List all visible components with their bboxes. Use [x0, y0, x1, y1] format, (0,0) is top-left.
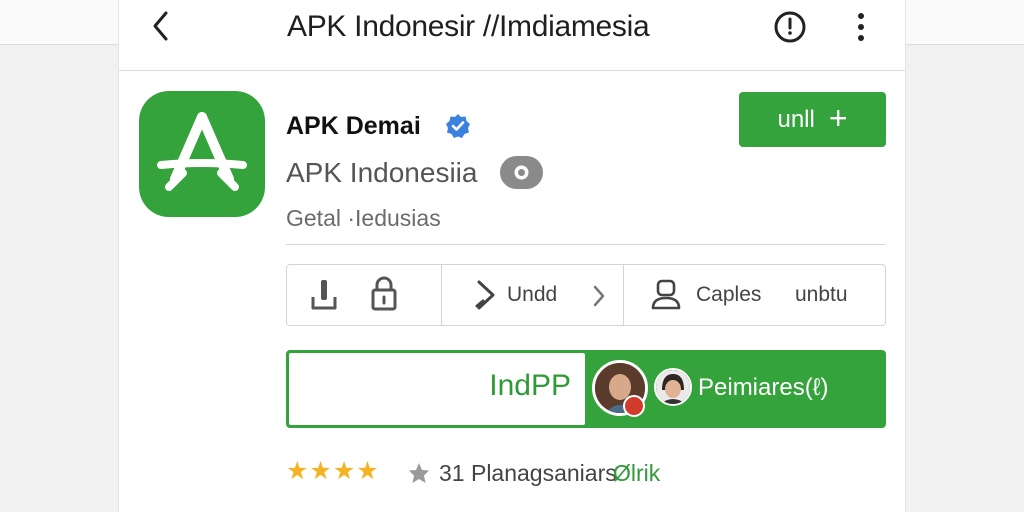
lock-icon — [371, 276, 397, 311]
background-divider-left — [0, 44, 118, 45]
action-row: Undd Caples unbtu — [286, 264, 886, 326]
rating-count: 31 Planagsaniars — [439, 460, 617, 486]
more-options-button[interactable] — [849, 10, 873, 44]
back-button[interactable] — [143, 8, 179, 44]
avatar — [654, 368, 692, 406]
person-icon — [651, 279, 681, 310]
page-title: APK Indonesir //Imdiamesia — [287, 10, 650, 43]
app-logo — [139, 91, 265, 217]
developer-name[interactable]: APK Indonesiia — [286, 157, 477, 189]
chevron-right-icon — [593, 285, 605, 307]
profile-button[interactable] — [650, 279, 682, 316]
star-icons: ★★★★ — [286, 457, 380, 485]
star-rating: ★★★★ — [286, 456, 380, 486]
expand-button[interactable] — [591, 284, 607, 313]
background-right-strip — [906, 0, 1024, 44]
action-separator — [623, 265, 624, 325]
promo-white-panel: IndPP — [289, 353, 585, 425]
share-label[interactable]: Undd — [507, 283, 557, 307]
section-divider — [286, 244, 886, 245]
badge-star-icon — [409, 463, 429, 483]
app-detail-panel: APK Indonesir //Imdiamesia APK Demai APK… — [118, 0, 906, 512]
captions-label[interactable]: Caples — [696, 283, 761, 307]
verified-check-icon — [446, 114, 470, 138]
chevron-left-icon — [153, 11, 168, 41]
person-photo-icon — [656, 370, 690, 404]
info-button[interactable] — [773, 10, 807, 44]
badge-dot-icon — [514, 165, 529, 180]
download-button[interactable] — [309, 277, 339, 318]
install-button[interactable]: unll + — [739, 92, 886, 147]
share-button[interactable] — [473, 279, 499, 316]
extra-label[interactable]: unbtu — [795, 283, 848, 307]
app-category: Getal ·Iedusias — [286, 205, 441, 231]
background-divider-right — [906, 44, 1024, 45]
arrow-right-icon — [475, 280, 495, 310]
more-vertical-icon — [858, 13, 864, 41]
promo-label: Peimiares(ℓ) — [698, 374, 829, 401]
developer-badge — [500, 156, 543, 189]
top-app-bar: APK Indonesir //Imdiamesia — [119, 0, 905, 71]
promo-banner[interactable]: IndPP Peimiares(ℓ) — [286, 350, 886, 428]
background-left-strip — [0, 0, 118, 44]
live-badge-icon — [623, 395, 645, 417]
install-button-label: unll — [777, 105, 815, 133]
app-name: APK Demai — [286, 112, 421, 140]
download-icon — [311, 280, 337, 310]
promo-word: IndPP — [489, 369, 571, 402]
lock-button[interactable] — [369, 275, 399, 318]
action-separator — [441, 265, 442, 325]
plus-icon: + — [828, 100, 848, 136]
info-circle-icon — [774, 11, 806, 43]
rating-tag[interactable]: Ølrik — [613, 460, 660, 487]
android-a-logo-icon — [157, 112, 247, 191]
